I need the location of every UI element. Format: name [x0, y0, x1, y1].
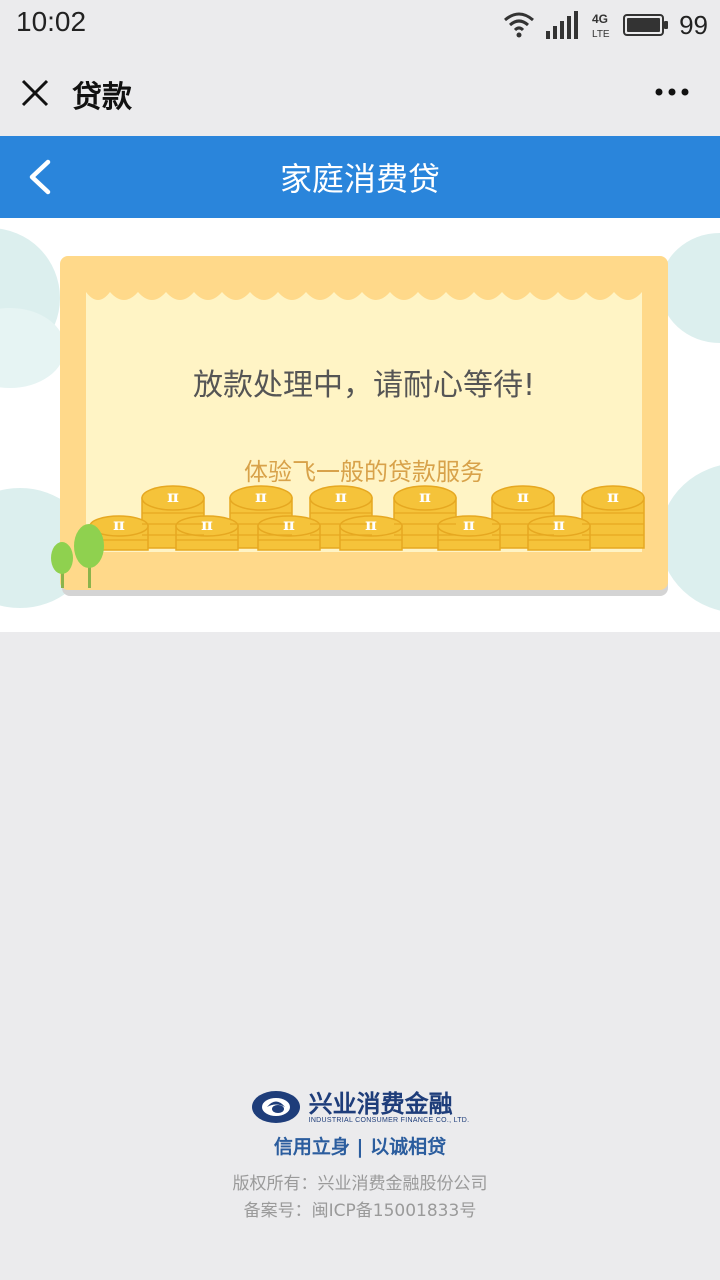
coin-symbol: π: [201, 515, 213, 534]
coin-symbol: π: [553, 515, 565, 534]
coin-symbol: π: [113, 515, 125, 534]
nav-title: 家庭消费贷: [279, 160, 440, 198]
coin-symbol: π: [607, 487, 619, 506]
coin-symbol: π: [463, 515, 475, 534]
status-bar: 10:02 4G LTE 99: [0, 0, 720, 50]
svg-text:LTE: LTE: [592, 29, 610, 40]
wechat-header: 贷款: [0, 50, 720, 136]
coin-symbol: π: [255, 487, 267, 506]
coin-symbol: π: [167, 487, 179, 506]
icp-record: 备案号：闽ICP备15001833号: [243, 1201, 477, 1221]
company-slogan: 信用立身 | 以诚相贷: [273, 1136, 447, 1158]
battery-level: 99: [679, 9, 708, 40]
coin-symbol: π: [335, 487, 347, 506]
logo-english-name: INDUSTRIAL CONSUMER FINANCE CO., LTD.: [308, 1116, 470, 1124]
page-title: 贷款: [72, 80, 132, 115]
battery-icon: [623, 14, 669, 36]
company-logo: 兴业消费金融 INDUSTRIAL CONSUMER FINANCE CO., …: [0, 1084, 720, 1130]
company-logo-icon: [251, 1091, 300, 1123]
footer: 兴业消费金融 INDUSTRIAL CONSUMER FINANCE CO., …: [0, 1084, 720, 1221]
copyright-text: 版权所有：兴业消费金融股份公司: [232, 1174, 488, 1194]
more-icon[interactable]: [654, 82, 690, 102]
coin-symbol: π: [365, 515, 377, 534]
coin-symbol: π: [517, 487, 529, 506]
coin-symbol: π: [419, 487, 431, 506]
wifi-icon: [504, 12, 535, 38]
coin-symbol: π: [283, 515, 295, 534]
nav-bar: 家庭消费贷: [0, 136, 720, 218]
logo-chinese-name: 兴业消费金融: [308, 1088, 453, 1118]
lte-icon: 4G LTE: [592, 12, 610, 40]
banner-illustration: π π π π π ππ π π π π π: [0, 228, 720, 611]
status-banner: ππππππππππππ 放款处理中，请耐心等待! 体验飞一般的贷款服务: [0, 218, 720, 632]
svg-text:4G: 4G: [592, 12, 608, 26]
status-time: 10:02: [16, 6, 87, 37]
service-slogan: 体验飞一般的贷款服务: [244, 458, 484, 486]
close-icon[interactable]: [18, 76, 52, 110]
processing-message: 放款处理中，请耐心等待!: [192, 368, 536, 403]
status-icons: 4G LTE 99: [503, 8, 708, 42]
signal-icon: [546, 11, 579, 39]
